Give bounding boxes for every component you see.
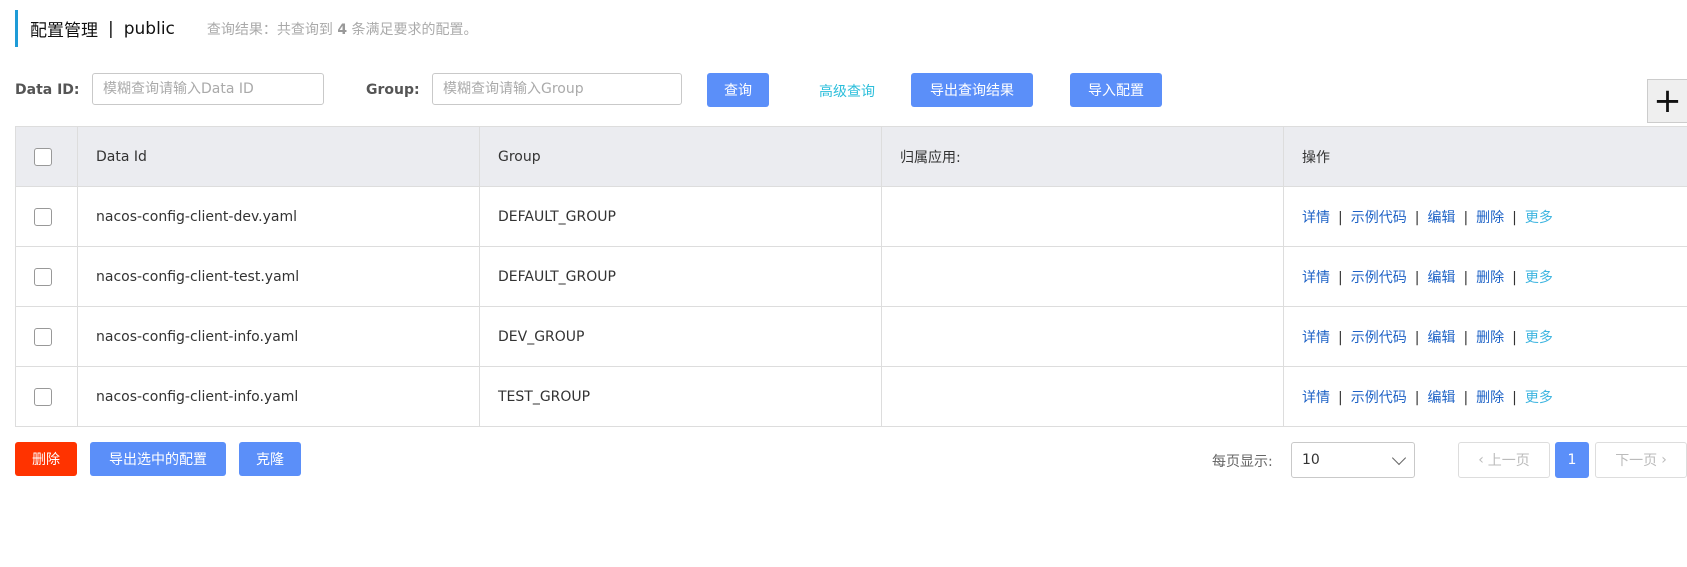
cell-group: DEFAULT_GROUP	[479, 246, 882, 307]
row-checkbox[interactable]	[34, 387, 52, 406]
cell-data-id: nacos-config-client-info.yaml	[77, 306, 480, 367]
details-link[interactable]: 详情	[1302, 330, 1330, 346]
delete-link[interactable]: 删除	[1476, 390, 1504, 406]
next-page-button[interactable]: 下一页 ›	[1595, 442, 1687, 478]
import-config-button[interactable]: 导入配置	[1070, 73, 1162, 107]
delete-link[interactable]: 删除	[1476, 270, 1504, 286]
page-size-label: 每页显示:	[1212, 454, 1273, 470]
bulk-delete-button[interactable]: 删除	[15, 442, 77, 476]
result-count: 4	[337, 21, 348, 38]
more-link[interactable]: 更多	[1525, 210, 1553, 226]
group-input[interactable]	[432, 73, 682, 105]
page-header: 配置管理 | public 查询结果：共查询到 4 条满足要求的配置。	[15, 10, 478, 47]
namespace-label: public	[123, 18, 175, 39]
cell-app	[881, 186, 1284, 247]
page-1-button[interactable]: 1	[1555, 442, 1589, 478]
export-results-button[interactable]: 导出查询结果	[911, 73, 1033, 107]
table-footer: 删除 导出选中的配置 克隆 每页显示: 10 ‹ 上一页 1 下一页 ›	[15, 442, 1687, 478]
page-size-select[interactable]: 10	[1291, 442, 1415, 478]
table-row: nacos-config-client-info.yaml TEST_GROUP…	[15, 366, 1687, 427]
search-button[interactable]: 查询	[707, 73, 769, 107]
prev-page-button[interactable]: ‹ 上一页	[1458, 442, 1550, 478]
delete-link[interactable]: 删除	[1476, 210, 1504, 226]
filter-bar: Data ID: Group: 查询 高级查询 导出查询结果 导入配置	[15, 73, 1687, 109]
config-table: Data Id Group 归属应用: 操作 nacos-config-clie…	[15, 126, 1687, 427]
clone-button[interactable]: 克隆	[239, 442, 301, 476]
table-row: nacos-config-client-info.yaml DEV_GROUP …	[15, 306, 1687, 367]
query-result-summary: 查询结果：共查询到 4 条满足要求的配置。	[206, 21, 478, 38]
edit-link[interactable]: 编辑	[1427, 390, 1455, 406]
select-all-checkbox[interactable]	[34, 147, 52, 166]
cell-group: TEST_GROUP	[479, 366, 882, 427]
sample-code-link[interactable]: 示例代码	[1351, 330, 1407, 346]
cell-data-id: nacos-config-client-info.yaml	[77, 366, 480, 427]
column-header-app: 归属应用:	[881, 126, 1284, 187]
row-checkbox[interactable]	[34, 327, 52, 346]
page-title: 配置管理	[30, 21, 98, 41]
column-header-actions: 操作	[1283, 126, 1687, 187]
edit-link[interactable]: 编辑	[1427, 210, 1455, 226]
cell-actions: 详情 | 示例代码 | 编辑 | 删除 | 更多	[1283, 306, 1687, 367]
more-link[interactable]: 更多	[1525, 330, 1553, 346]
delete-link[interactable]: 删除	[1476, 330, 1504, 346]
cell-actions: 详情 | 示例代码 | 编辑 | 删除 | 更多	[1283, 366, 1687, 427]
data-id-label: Data ID:	[15, 82, 80, 98]
cell-data-id: nacos-config-client-dev.yaml	[77, 186, 480, 247]
table-header-row: Data Id Group 归属应用: 操作	[15, 126, 1687, 187]
sample-code-link[interactable]: 示例代码	[1351, 390, 1407, 406]
add-config-button[interactable]: +	[1647, 79, 1687, 123]
plus-icon: +	[1653, 81, 1682, 121]
group-label: Group:	[366, 82, 420, 98]
sample-code-link[interactable]: 示例代码	[1351, 210, 1407, 226]
cell-actions: 详情 | 示例代码 | 编辑 | 删除 | 更多	[1283, 186, 1687, 247]
chevron-left-icon: ‹	[1478, 452, 1484, 468]
title-separator: |	[108, 18, 114, 39]
data-id-input[interactable]	[92, 73, 324, 105]
table-row: nacos-config-client-dev.yaml DEFAULT_GRO…	[15, 186, 1687, 247]
cell-app	[881, 246, 1284, 307]
advanced-search-link[interactable]: 高级查询	[819, 81, 875, 101]
cell-group: DEFAULT_GROUP	[479, 186, 882, 247]
page-size-value: 10	[1302, 452, 1320, 468]
cell-app	[881, 306, 1284, 367]
more-link[interactable]: 更多	[1525, 270, 1553, 286]
edit-link[interactable]: 编辑	[1427, 330, 1455, 346]
details-link[interactable]: 详情	[1302, 270, 1330, 286]
column-header-data-id: Data Id	[77, 126, 480, 187]
column-header-group: Group	[479, 126, 882, 187]
cell-group: DEV_GROUP	[479, 306, 882, 367]
cell-data-id: nacos-config-client-test.yaml	[77, 246, 480, 307]
row-checkbox[interactable]	[34, 267, 52, 286]
more-link[interactable]: 更多	[1525, 390, 1553, 406]
row-checkbox[interactable]	[34, 207, 52, 226]
chevron-down-icon	[1391, 450, 1407, 465]
table-row: nacos-config-client-test.yaml DEFAULT_GR…	[15, 246, 1687, 307]
sample-code-link[interactable]: 示例代码	[1351, 270, 1407, 286]
details-link[interactable]: 详情	[1302, 210, 1330, 226]
cell-app	[881, 366, 1284, 427]
edit-link[interactable]: 编辑	[1427, 270, 1455, 286]
chevron-right-icon: ›	[1661, 452, 1667, 468]
details-link[interactable]: 详情	[1302, 390, 1330, 406]
cell-actions: 详情 | 示例代码 | 编辑 | 删除 | 更多	[1283, 246, 1687, 307]
export-selected-button[interactable]: 导出选中的配置	[90, 442, 226, 476]
